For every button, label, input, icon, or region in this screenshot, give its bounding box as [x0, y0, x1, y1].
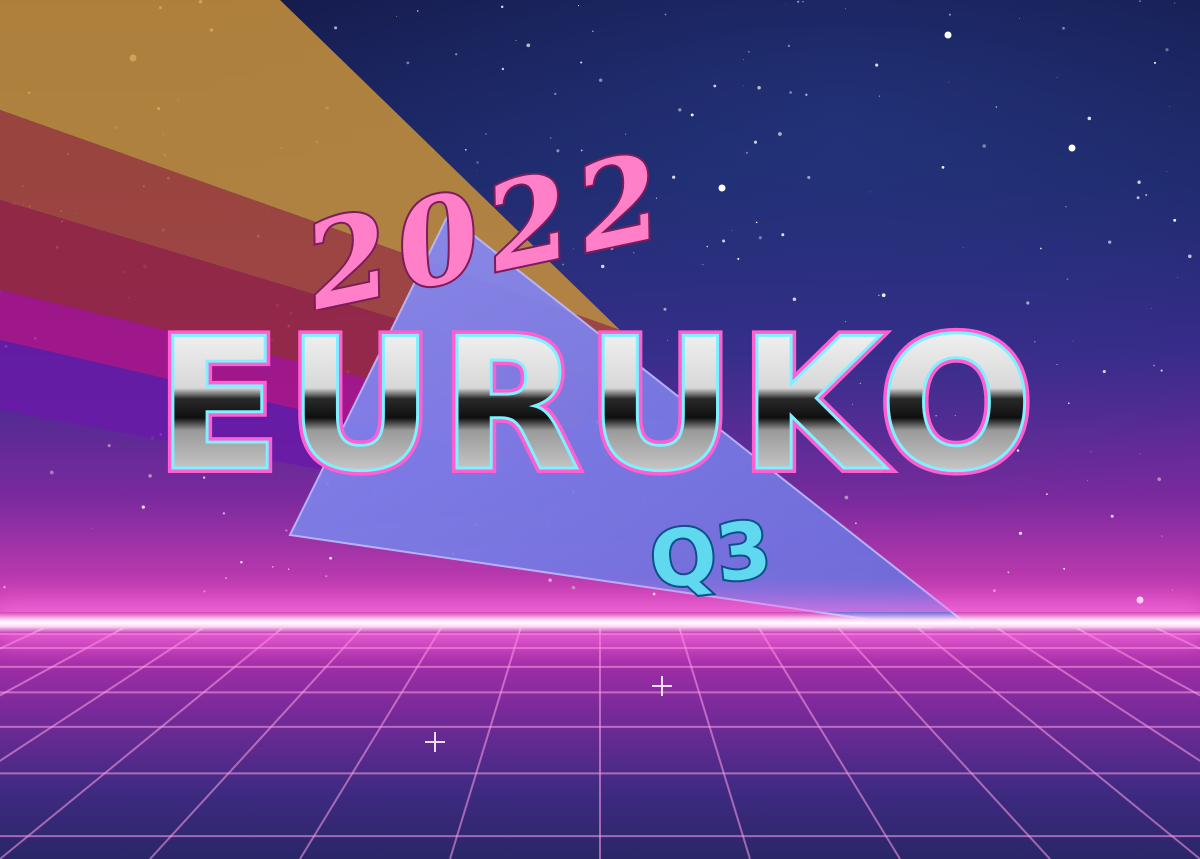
- quarter-text: Q3: [646, 505, 775, 606]
- year-text: 2022: [292, 150, 682, 310]
- grid-line: [0, 628, 45, 650]
- retro-poster: EURUKO EURUKO 2022 Q3: [0, 0, 1200, 859]
- grid-line: [0, 628, 204, 763]
- grid-line: [0, 628, 124, 697]
- title-outline: EURUKO: [156, 300, 1040, 510]
- grid-line: [149, 628, 363, 859]
- grid-line: [917, 628, 1200, 859]
- grid-line: [837, 628, 1051, 859]
- grid-line: [996, 628, 1200, 763]
- horizon-glow: [0, 612, 1200, 634]
- quarter-logo: Q3: [644, 503, 777, 606]
- grid-line: [1155, 628, 1200, 650]
- grid-line: [449, 628, 522, 859]
- grid-line: [299, 628, 442, 859]
- grid-line: [758, 628, 901, 859]
- neon-grid-icon: [0, 628, 1200, 859]
- grid-line: [1076, 628, 1200, 697]
- grid-line: [0, 628, 283, 859]
- grid-line: [678, 628, 751, 859]
- title-logo: EURUKO EURUKO: [151, 300, 1040, 510]
- year-logo: 2022: [290, 150, 684, 310]
